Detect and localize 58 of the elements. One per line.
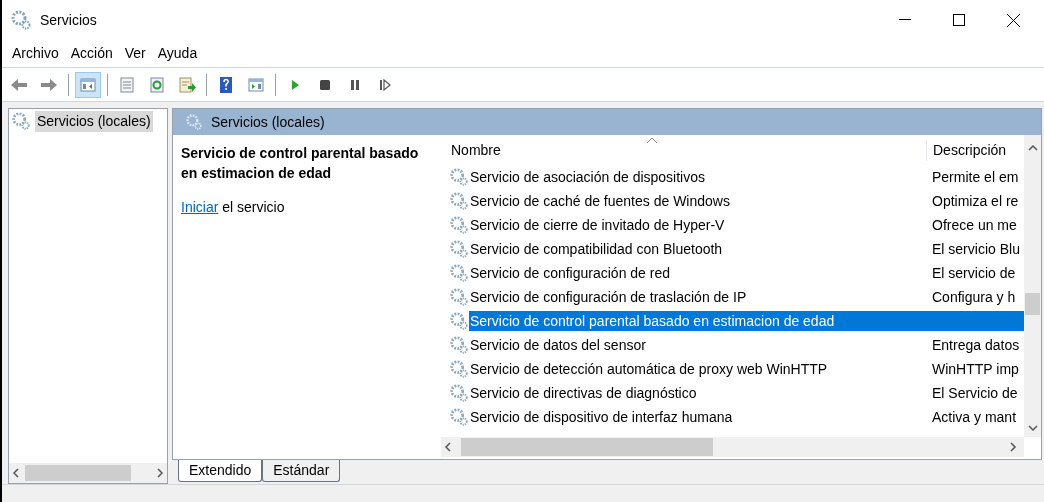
gears-icon [449,167,469,187]
gears-icon [449,263,469,283]
scrollbar-thumb[interactable] [461,438,713,456]
close-icon [1006,13,1020,27]
service-name-cell[interactable]: Servicio de configuración de traslación de IP [469,287,926,307]
description-cell: Ofrece un me [932,217,1017,233]
service-name-cell[interactable]: Servicio de directivas de diagnóstico [469,383,926,403]
maximize-icon [953,14,965,26]
menu-item[interactable]: Acción [64,41,119,66]
service-name-cell[interactable]: Servicio de asociación de dispositivos [469,167,926,187]
export-list-icon [177,74,197,95]
window-title: Servicios [40,10,97,30]
service-name-cell[interactable]: Servicio de cierre de invitado de Hyper-V [469,215,926,235]
scrollbar-thumb[interactable] [1025,293,1040,315]
gears-icon [449,335,469,355]
refresh-icon [147,74,167,95]
panel-title: Servicios (locales) [211,112,325,132]
service-name-cell[interactable]: Servicio de compatibilidad con Bluetooth [469,239,926,259]
description-cell: El servicio de [932,265,1016,281]
description-cell: Entrega datos [932,337,1020,353]
view-tab[interactable]: Estándar [262,460,341,482]
minimize-icon [899,19,911,21]
gears-icon [10,9,32,31]
gears-icon [449,359,469,379]
gears-icon [449,407,469,427]
gears-icon [449,215,469,235]
service-name-cell[interactable]: Servicio de dispositivo de interfaz humana [469,407,926,427]
gears-icon [449,311,469,331]
service-name-cell[interactable]: Servicio de datos del sensor [469,335,926,355]
menu-item[interactable]: Ayuda [151,41,204,66]
gears-icon [449,383,469,403]
service-name-cell[interactable]: Servicio de detección automática de proxy web WinHTTP [469,359,926,379]
start-link[interactable]: Iniciar [181,199,219,215]
description-cell: Activa y mant [932,409,1017,425]
description-cell: Permite el em [932,169,1019,185]
gears-icon [185,113,203,131]
gears-icon [11,111,31,131]
start-service-text: Iniciar el servicio [181,198,286,217]
menu-item[interactable]: Archivo [6,41,65,66]
properties-icon [117,74,137,95]
sort-caret-icon [646,137,658,144]
service-name-cell[interactable]: Servicio de control parental basado en estimacion de edad [469,311,926,331]
description-cell: El servicio Blu [932,241,1020,257]
description-cell: El Servicio de [932,385,1018,401]
description-cell: Configura y h [932,289,1016,305]
service-name-cell[interactable]: Servicio de caché de fuentes de Windows [469,191,926,211]
view-tab[interactable]: Extendido [178,460,263,482]
column-header[interactable]: Nombre [441,140,926,161]
service-name-cell[interactable]: Servicio de configuración de red [469,263,926,283]
description-cell: Optimiza el re [932,193,1019,209]
gears-icon [449,191,469,211]
description-cell: WinHTTP imp [932,361,1019,377]
menu-item[interactable]: Ver [118,41,152,66]
gears-icon [449,239,469,259]
scrollbar-thumb[interactable] [25,465,131,481]
gears-icon [449,287,469,307]
tree-item[interactable]: Servicios (locales) [35,110,153,132]
service-name: Servicio de control parental basado en estimacion de edad [181,144,420,183]
